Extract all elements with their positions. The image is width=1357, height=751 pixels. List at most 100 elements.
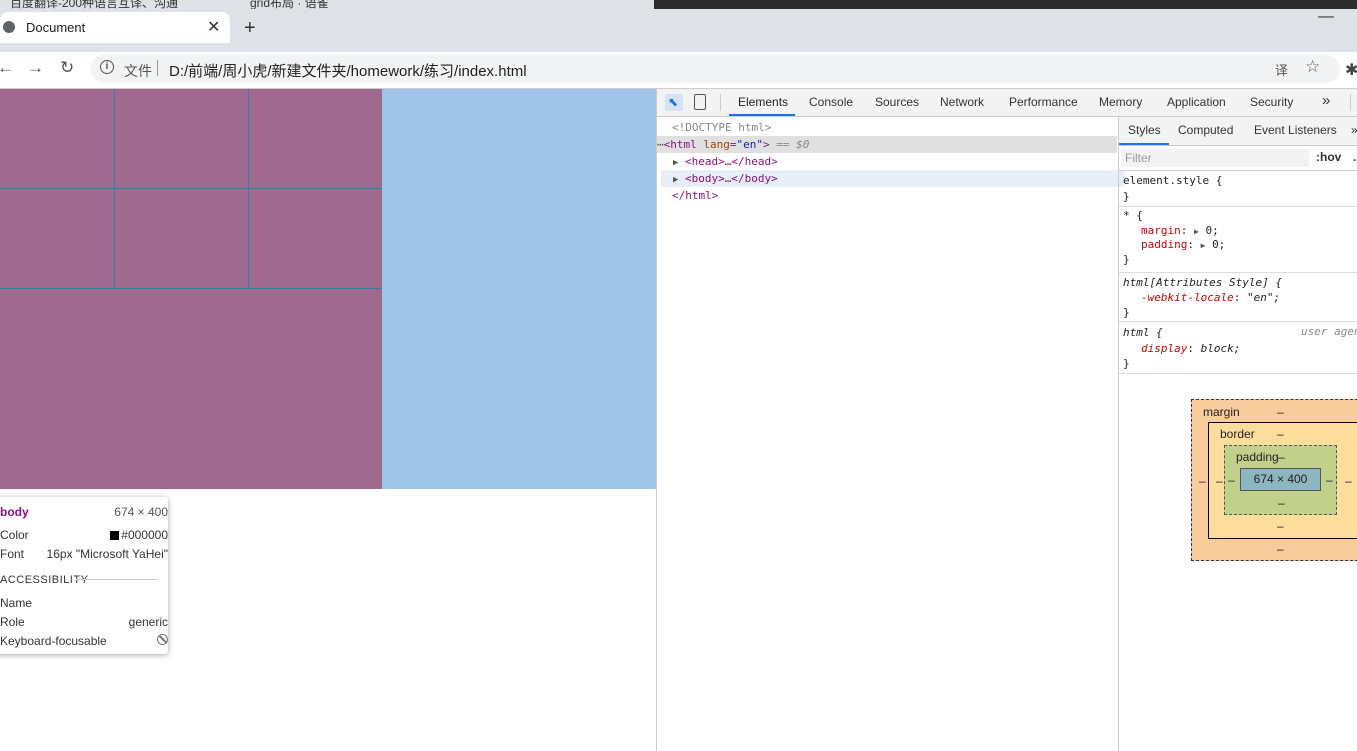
- new-tab-button[interactable]: +: [244, 17, 256, 40]
- tab-computed[interactable]: Computed: [1178, 123, 1233, 137]
- property-value: 0;: [1212, 238, 1226, 251]
- doctype-text: <!DOCTYPE html>: [672, 121, 772, 134]
- more-tabs-icon[interactable]: »: [1351, 123, 1357, 137]
- active-tab-indicator: [1119, 143, 1169, 145]
- tab-sources[interactable]: Sources: [875, 95, 919, 109]
- property-name: -webkit-locale: [1141, 291, 1234, 304]
- grid-line: [0, 188, 382, 189]
- rule-html-user-agent[interactable]: html { user agent stylesheet display: bl…: [1119, 322, 1357, 374]
- info-icon[interactable]: i: [100, 60, 114, 74]
- html-attr-name: lang: [703, 138, 730, 151]
- selector-text: element.style {: [1123, 174, 1223, 187]
- expand-arrow-icon[interactable]: ▶: [673, 158, 678, 168]
- styles-filter-bar: Filter :hov .: [1119, 146, 1357, 171]
- tab-elements[interactable]: Elements: [738, 95, 788, 109]
- translate-icon[interactable]: 译: [1275, 60, 1288, 79]
- tooltip-element-name: body: [0, 505, 29, 519]
- property-value: block;: [1200, 342, 1241, 355]
- rule-html-attributes[interactable]: html[Attributes Style] { -webkit-locale:…: [1119, 273, 1357, 322]
- grid-line: [248, 89, 249, 289]
- tab-document[interactable]: Document ✕: [0, 12, 230, 43]
- grid-container: [0, 89, 382, 489]
- html-attr-value: "en": [736, 138, 764, 151]
- dom-node-body[interactable]: ▶ <body>…</body>: [661, 170, 1125, 187]
- class-toggle[interactable]: .: [1353, 150, 1356, 164]
- tab-styles[interactable]: Styles: [1128, 123, 1161, 137]
- border-top-value[interactable]: –: [1277, 427, 1284, 441]
- close-brace: }: [1123, 190, 1130, 203]
- minimize-button[interactable]: —: [1318, 8, 1334, 26]
- color-swatch: [110, 531, 120, 540]
- margin-left-value[interactable]: –: [1199, 474, 1206, 488]
- padding-right-value[interactable]: –: [1326, 473, 1333, 487]
- margin-bottom-value[interactable]: –: [1277, 542, 1284, 556]
- expand-arrow-icon[interactable]: ▶: [673, 175, 678, 185]
- padding-label: padding: [1236, 450, 1279, 464]
- selector-text: html[Attributes Style] {: [1123, 276, 1282, 289]
- selector-text: * {: [1123, 209, 1143, 222]
- rule-element-style[interactable]: element.style { }: [1119, 171, 1357, 207]
- property-name: margin: [1141, 224, 1181, 237]
- tooltip-size: 674 × 400: [114, 505, 168, 519]
- head-tag: <head>…</head>: [685, 155, 778, 168]
- tab-security[interactable]: Security: [1250, 95, 1293, 109]
- background-tab-label: grid布局 · 语雀: [250, 0, 329, 9]
- inspect-element-button[interactable]: ⬉: [665, 94, 683, 111]
- close-brace: }: [1123, 253, 1130, 266]
- dom-node-html[interactable]: ⋯<html lang="en"> == $0: [657, 136, 1117, 153]
- box-model-padding[interactable]: padding – – – – 674 × 400: [1224, 445, 1337, 515]
- box-model-content[interactable]: 674 × 400: [1240, 468, 1321, 491]
- close-brace: }: [1123, 306, 1130, 319]
- reload-button[interactable]: ↻: [60, 58, 74, 78]
- dom-node-head[interactable]: ▶ <head>…</head>: [673, 153, 1133, 170]
- device-toolbar-icon[interactable]: [694, 94, 706, 110]
- rule-universal[interactable]: * { margin: ▶ 0; padding: ▶ 0; }: [1119, 207, 1357, 273]
- box-model-border[interactable]: border – – – – padding – – – – 674 × 400: [1208, 422, 1357, 539]
- selected-marker: == $0: [769, 138, 810, 151]
- back-button[interactable]: ←: [0, 58, 14, 78]
- tab-console[interactable]: Console: [809, 95, 853, 109]
- dom-node-html-close[interactable]: </html>: [672, 187, 1132, 204]
- tooltip-role-label: Role: [0, 615, 25, 629]
- browser-toolbar: ← → ↻ i 文件 D:/前端/周小虎/新建文件夹/homework/练习/i…: [0, 52, 1357, 89]
- more-tabs-icon[interactable]: »: [1322, 92, 1330, 109]
- border-right-value[interactable]: –: [1345, 474, 1352, 488]
- bookmark-star-icon[interactable]: ☆: [1305, 57, 1320, 77]
- tooltip-color-value: #000000: [121, 528, 168, 542]
- padding-top-value[interactable]: –: [1278, 450, 1285, 464]
- border-bottom-value[interactable]: –: [1277, 519, 1284, 533]
- forward-button[interactable]: →: [27, 58, 44, 78]
- html-tag-close: >: [763, 138, 770, 151]
- address-bar[interactable]: i 文件 D:/前端/周小虎/新建文件夹/homework/练习/index.h…: [90, 55, 1340, 83]
- styles-tabs: Styles Computed Event Listeners »: [1119, 117, 1357, 146]
- border-label: border: [1220, 427, 1255, 441]
- close-tab-icon[interactable]: ✕: [207, 17, 220, 37]
- tab-network[interactable]: Network: [940, 95, 984, 109]
- border-left-value[interactable]: –: [1216, 474, 1223, 488]
- box-model-margin[interactable]: margin – – – border – – – – padding – – …: [1191, 399, 1357, 561]
- margin-top-value[interactable]: –: [1277, 405, 1284, 419]
- hover-state-toggle[interactable]: :hov: [1316, 150, 1341, 164]
- tooltip-role-value: generic: [128, 615, 168, 629]
- tab-application[interactable]: Application: [1167, 95, 1226, 109]
- tooltip-font-label: Font: [0, 547, 25, 561]
- styles-filter-input[interactable]: Filter: [1121, 149, 1309, 167]
- tooltip-divider: [76, 579, 158, 580]
- body-tag: <body>…</body>: [685, 172, 778, 185]
- background-tab-label: 百度翻译-200种语言互译、沟通: [10, 0, 179, 9]
- tooltip-name-label: Name: [0, 596, 33, 610]
- devtools-toolbar: ⬉ Elements Console Sources Network Perfo…: [657, 89, 1357, 117]
- url-text[interactable]: D:/前端/周小虎/新建文件夹/homework/练习/index.html: [169, 60, 527, 81]
- tab-memory[interactable]: Memory: [1099, 95, 1142, 109]
- html-close-tag: </html>: [672, 189, 719, 202]
- extension-puzzle-icon[interactable]: ✱: [1345, 60, 1357, 80]
- tab-performance[interactable]: Performance: [1009, 95, 1078, 109]
- background-window-strip: 百度翻译-200种语言互译、沟通 grid布局 · 语雀: [0, 0, 1357, 9]
- tooltip-accessibility-header: ACCESSIBILITY: [0, 574, 89, 586]
- padding-bottom-value[interactable]: –: [1278, 496, 1285, 510]
- tab-title: Document: [26, 20, 86, 35]
- tab-event-listeners[interactable]: Event Listeners: [1254, 123, 1337, 137]
- tooltip-font-value: 16px "Microsoft YaHei": [46, 547, 168, 561]
- padding-left-value[interactable]: –: [1228, 473, 1235, 487]
- dom-node-doctype[interactable]: <!DOCTYPE html>: [672, 119, 1132, 136]
